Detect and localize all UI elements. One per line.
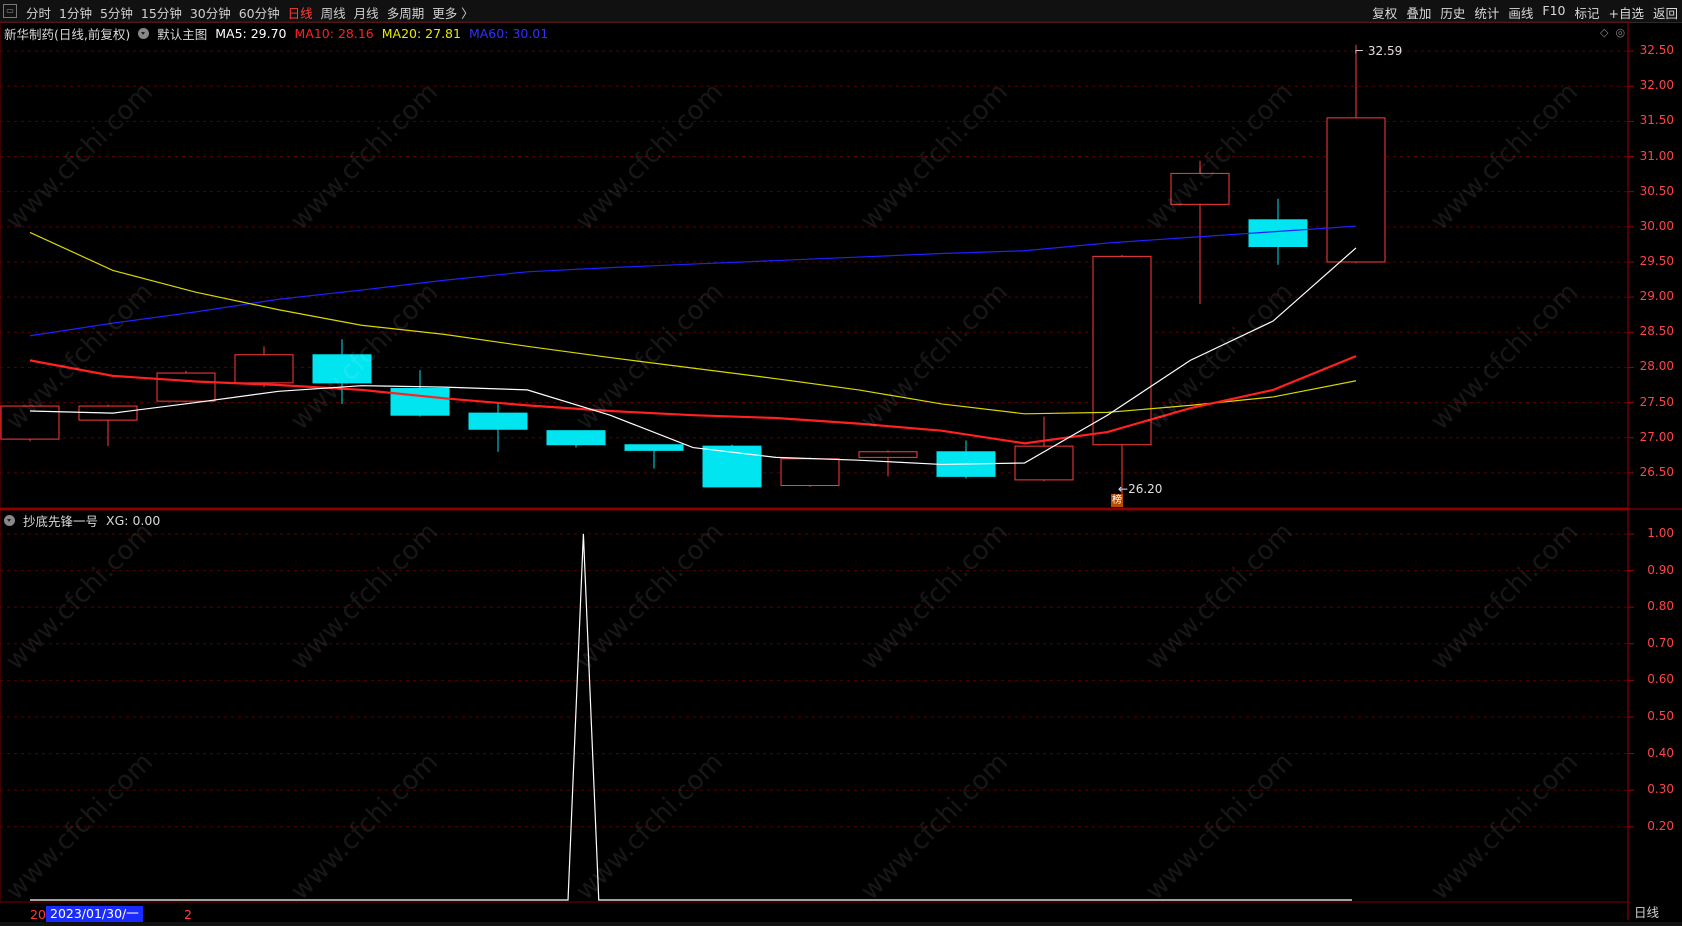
sub-tick-label: 0.40 bbox=[1647, 745, 1674, 760]
candle-down bbox=[624, 444, 684, 451]
candle-up bbox=[780, 458, 840, 487]
candle-down bbox=[546, 430, 606, 446]
price-tick-label: 32.50 bbox=[1639, 43, 1674, 58]
candle-up bbox=[234, 354, 294, 384]
candle-down bbox=[390, 388, 450, 416]
price-tick-label: 32.00 bbox=[1639, 78, 1674, 93]
bang-badge[interactable]: 榜 bbox=[1111, 494, 1123, 507]
date-suffix: 2 bbox=[184, 907, 192, 922]
candle-up bbox=[858, 451, 918, 458]
price-tick-label: 29.00 bbox=[1639, 289, 1674, 304]
price-tick-label: 27.50 bbox=[1639, 394, 1674, 409]
low-price-label: ←26.20 bbox=[1118, 482, 1163, 496]
sub-tick-label: 0.20 bbox=[1647, 818, 1674, 833]
candle-up bbox=[156, 372, 216, 402]
status-strip bbox=[0, 922, 1682, 926]
candle-up bbox=[1170, 172, 1230, 205]
price-tick-label: 26.50 bbox=[1639, 464, 1674, 479]
date-cursor: 2023/01/30/一 bbox=[46, 906, 143, 922]
candle-up bbox=[1326, 117, 1386, 263]
high-price-label: ⌐ 32.59 bbox=[1354, 44, 1403, 58]
price-tick-label: 28.50 bbox=[1639, 324, 1674, 339]
xg-line-layer bbox=[30, 533, 1352, 901]
sub-panel-border bbox=[0, 509, 1629, 903]
sub-tick-label: 0.70 bbox=[1647, 635, 1674, 650]
price-tick-label: 27.00 bbox=[1639, 429, 1674, 444]
candle-up bbox=[1092, 255, 1152, 446]
sub-tick-label: 0.60 bbox=[1647, 672, 1674, 687]
kline-chart[interactable] bbox=[0, 0, 1682, 926]
sub-tick-label: 0.50 bbox=[1647, 708, 1674, 723]
candles-layer bbox=[0, 44, 1386, 494]
chart-grid bbox=[0, 21, 1682, 920]
price-tick-label: 31.50 bbox=[1639, 113, 1674, 128]
period-indicator[interactable]: 日线 bbox=[1634, 902, 1659, 921]
price-tick-label: 30.00 bbox=[1639, 218, 1674, 233]
ma5-line bbox=[29, 247, 1357, 466]
ma20-line bbox=[29, 231, 1357, 415]
candle-down bbox=[468, 412, 528, 430]
price-tick-label: 28.00 bbox=[1639, 359, 1674, 374]
xg-line bbox=[30, 533, 1352, 901]
sub-tick-label: 0.80 bbox=[1647, 599, 1674, 614]
price-tick-label: 31.00 bbox=[1639, 148, 1674, 163]
sub-tick-label: 0.30 bbox=[1647, 782, 1674, 797]
price-tick-label: 30.50 bbox=[1639, 183, 1674, 198]
sub-tick-label: 0.90 bbox=[1647, 562, 1674, 577]
date-prefix: 20 bbox=[30, 907, 46, 922]
sub-tick-label: 1.00 bbox=[1647, 525, 1674, 540]
ma60-line bbox=[29, 225, 1357, 337]
main-panel-border bbox=[0, 21, 1629, 509]
ma10-line bbox=[29, 355, 1357, 445]
candle-down bbox=[312, 354, 372, 384]
price-tick-label: 29.50 bbox=[1639, 253, 1674, 268]
